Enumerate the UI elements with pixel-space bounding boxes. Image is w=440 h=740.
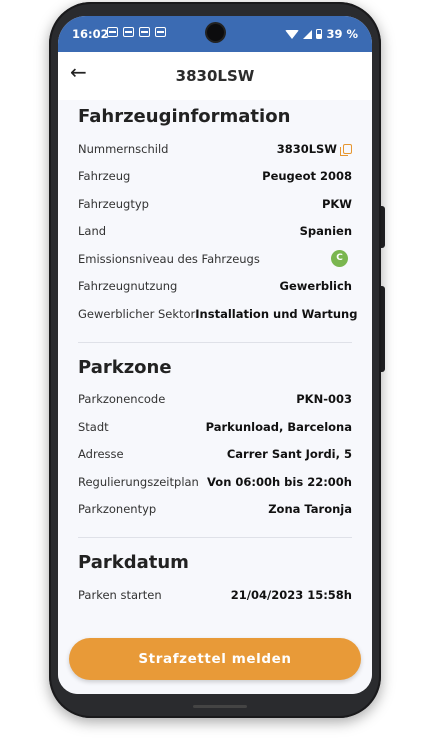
page-title: 3830LSW [175,67,255,85]
detail-row-zone-type: Parkzonentyp Zona Taronja [78,496,352,524]
detail-row-sector: Gewerblicher Sektor Installation und War… [78,300,357,328]
wifi-icon [285,29,300,39]
plate-value: 3830LSW [276,141,337,156]
detail-label: Parken starten [78,587,162,602]
detail-row-address: Adresse Carrer Sant Jordi, 5 [78,441,352,469]
section-title: Parkdatum [78,552,189,573]
report-ticket-button[interactable]: Strafzettel melden [69,638,361,680]
detail-value: 21/04/2023 15:58h [230,587,352,602]
detail-row-plate: Nummernschild 3830LSW [78,135,352,163]
detail-label: Gewerblicher Sektor [78,306,196,321]
detail-value: Zona Taronja [268,502,352,517]
copy-icon[interactable] [340,143,352,156]
date-section: Parkdatum Parken starten 21/04/2023 15:5… [58,552,372,609]
detail-value: Installation und Wartung [195,306,358,321]
vehicle-section: Fahrzeuginformation Nummernschild 3830LS… [58,106,372,328]
notification-icons [107,27,166,37]
detail-value: Von 06:00h bis 22:00h [207,474,352,489]
divider [78,341,352,343]
detail-row-start: Parken starten 21/04/2023 15:58h [78,581,352,609]
detail-label: Emissionsniveau des Fahrzeugs [78,251,260,266]
section-title: Fahrzeuginformation [78,106,291,127]
detail-value: PKW [321,196,352,211]
screen: 16:02 39 % ← 3830LSW Fahrzeuginformation… [58,16,372,694]
notification-icon [107,27,118,37]
section-title: Parkzone [78,356,172,378]
details-scroll[interactable]: Fahrzeuginformation Nummernschild 3830LS… [58,100,372,694]
detail-value: Spanien [299,224,352,239]
detail-row-city: Stadt Parkunload, Barcelona [78,413,352,441]
zone-section: Parkzone Parkzonencode PKN-003 Stadt Par… [58,357,372,524]
detail-value: PKN-003 [296,392,352,407]
detail-label: Nummernschild [78,141,169,156]
notification-icon [139,27,150,37]
signal-icon [303,29,313,39]
detail-value: Carrer Sant Jordi, 5 [226,447,352,462]
detail-label: Parkzonentyp [78,502,157,517]
battery-percent: 39 % [326,27,358,41]
divider [78,537,352,538]
detail-row-type: Fahrzeugtyp PKW [78,190,352,218]
detail-row-emission: Emissionsniveau des Fahrzeugs C [78,245,352,273]
detail-value: Gewerblich [279,279,352,294]
detail-value: Peugeot 2008 [262,169,352,184]
detail-row-vehicle: Fahrzeug Peugeot 2008 [78,163,352,191]
detail-label: Parkzonencode [78,392,166,407]
detail-label: Adresse [78,447,124,462]
front-camera [207,24,224,41]
emission-badge: C [331,250,348,268]
status-right: 39 % [285,27,358,41]
status-time: 16:02 [72,27,109,41]
detail-label: Fahrzeug [78,169,131,184]
detail-label: Stadt [78,419,109,434]
status-bar: 16:02 39 % [58,16,372,52]
notification-icon [123,27,134,37]
detail-value: C [331,250,352,268]
notification-icon [155,27,166,37]
app-bar: ← 3830LSW [58,52,372,100]
detail-row-zone-code: Parkzonencode PKN-003 [78,386,352,414]
detail-label: Land [78,224,107,239]
detail-label: Fahrzeugtyp [78,196,149,211]
home-indicator [193,705,247,708]
detail-label: Fahrzeugnutzung [78,279,178,294]
detail-label: Regulierungszeitplan [78,474,199,489]
detail-value: Parkunload, Barcelona [205,419,352,434]
detail-row-schedule: Regulierungszeitplan Von 06:00h bis 22:0… [78,468,352,496]
battery-icon [316,29,323,39]
detail-value: 3830LSW [277,142,352,156]
detail-row-country: Land Spanien [78,218,352,246]
detail-row-usage: Fahrzeugnutzung Gewerblich [78,273,352,301]
